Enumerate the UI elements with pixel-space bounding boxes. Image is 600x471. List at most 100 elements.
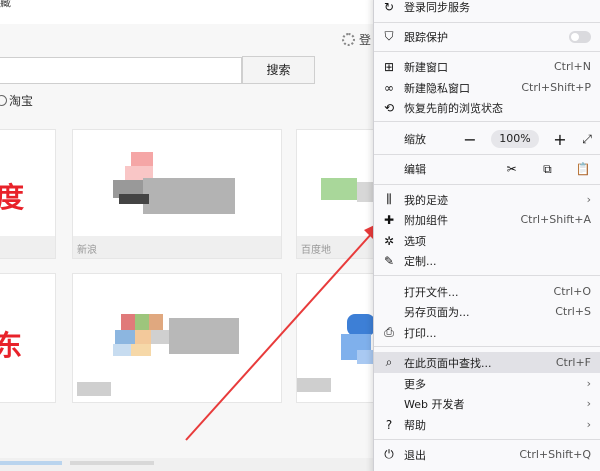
fullscreen-icon[interactable]: ⤢ xyxy=(579,132,595,147)
menu-item-new-window[interactable]: ⊞ 新建窗口 Ctrl+N xyxy=(374,56,600,77)
site-thumbnail xyxy=(113,344,131,356)
zoom-reset-button[interactable]: 100% xyxy=(491,130,539,148)
menu-shortcut: Ctrl+Shift+A xyxy=(520,213,591,226)
menu-item-more[interactable]: 更多 › xyxy=(374,373,600,394)
menu-item-label: 我的足迹 xyxy=(404,193,448,207)
copy-icon[interactable]: ⧉ xyxy=(530,162,566,177)
menu-shortcut: Ctrl+O xyxy=(553,285,591,298)
site-thumbnail xyxy=(135,314,149,330)
zoom-in-button[interactable]: + xyxy=(549,130,571,149)
search-button[interactable]: 搜索 xyxy=(242,56,315,84)
menu-item-new-private-window[interactable]: ∞ 新建隐私窗口 Ctrl+Shift+P xyxy=(374,77,600,98)
bottom-scroll-area xyxy=(0,458,380,471)
chevron-right-icon: › xyxy=(586,397,591,410)
menu-item-options[interactable]: ✲ 选项 xyxy=(374,230,600,251)
menu-item-label: 另存页面为... xyxy=(404,305,470,319)
menu-separator xyxy=(374,346,600,347)
menu-item-help[interactable]: ? 帮助 › xyxy=(374,414,600,435)
printer-icon: ⎙ xyxy=(384,325,394,339)
cut-icon[interactable]: ✂ xyxy=(494,162,530,176)
menu-item-label: 新建窗口 xyxy=(404,60,448,74)
site-tile-jd[interactable]: 东 xyxy=(0,273,56,403)
menu-item-library[interactable]: ⫼ 我的足迹 › xyxy=(374,189,600,210)
tile-baidu-text: 度 xyxy=(0,181,25,214)
shield-icon: ⛉ xyxy=(384,29,394,43)
menu-item-label: 选项 xyxy=(404,234,426,248)
chevron-right-icon: › xyxy=(586,377,591,390)
menu-item-label: 新建隐私窗口 xyxy=(404,81,470,95)
search-option-label: 淘宝 xyxy=(9,94,34,108)
zoom-label: 缩放 xyxy=(404,133,426,146)
top-strip: 藏 xyxy=(0,0,380,24)
menu-shortcut: Ctrl+Shift+Q xyxy=(519,448,591,461)
zoom-out-button[interactable]: − xyxy=(459,130,481,149)
site-thumbnail xyxy=(297,378,331,392)
menu-item-restore-session[interactable]: ⟲ 恢复先前的浏览状态 xyxy=(374,97,600,118)
site-tile-qq[interactable] xyxy=(296,273,380,403)
menu-item-label: 更多 xyxy=(404,377,426,391)
menu-item-web-developer[interactable]: Web 开发者 › xyxy=(374,393,600,414)
menu-item-open-file[interactable]: 打开文件... Ctrl+O xyxy=(374,281,600,302)
help-icon: ? xyxy=(385,417,393,432)
radio-icon[interactable] xyxy=(0,95,7,106)
site-thumbnail xyxy=(135,330,151,344)
site-thumbnail xyxy=(77,382,111,396)
paintbrush-icon: ✎ xyxy=(383,253,395,268)
site-thumbnail xyxy=(143,178,235,214)
login-link[interactable]: 登 xyxy=(342,31,371,48)
tracking-toggle[interactable] xyxy=(569,30,591,43)
site-tile-sina[interactable]: 新浪 xyxy=(72,129,282,259)
menu-item-quit[interactable]: ⏻ 退出 Ctrl+Shift+Q xyxy=(374,444,600,465)
site-thumbnail xyxy=(115,330,135,344)
chevron-right-icon: › xyxy=(586,418,591,431)
site-thumbnail xyxy=(169,318,239,354)
site-tile-taobao[interactable] xyxy=(72,273,282,403)
menu-item-label: 恢复先前的浏览状态 xyxy=(404,101,503,115)
tile-footer: 新浪 xyxy=(73,236,281,258)
menu-item-label: 附加组件 xyxy=(404,213,448,227)
zoom-controls: 缩放 − 100% + ⤢ xyxy=(374,127,600,151)
gear-icon: ✲ xyxy=(383,233,395,248)
sync-icon: ↻ xyxy=(383,0,395,14)
login-text: 登 xyxy=(359,33,372,47)
tile-jd-text: 东 xyxy=(0,329,23,362)
search-option-taobao[interactable]: 淘宝 xyxy=(0,92,33,109)
edit-controls: 编辑 ✂ ⧉ 📋 xyxy=(374,157,600,181)
power-icon: ⏻ xyxy=(384,447,394,461)
menu-separator xyxy=(374,51,600,52)
menu-separator xyxy=(374,121,600,122)
tile-caption: 新浪 xyxy=(77,245,97,256)
menu-separator xyxy=(374,275,600,276)
menu-item-save-page[interactable]: 另存页面为... Ctrl+S xyxy=(374,301,600,322)
site-tile-map[interactable]: 百度地 xyxy=(296,129,381,259)
menu-item-label: 帮助 xyxy=(404,418,426,432)
chevron-right-icon: › xyxy=(586,193,591,206)
menu-item-print[interactable]: ⎙ 打印... xyxy=(374,322,600,343)
menu-item-find-in-page[interactable]: ⌕ 在此页面中查找... Ctrl+F xyxy=(374,352,600,373)
new-window-icon: ⊞ xyxy=(383,59,395,74)
menu-item-customize[interactable]: ✎ 定制... xyxy=(374,250,600,271)
menu-separator xyxy=(374,439,600,440)
loading-icon xyxy=(342,33,355,46)
menu-item-tracking-protection[interactable]: ⛉ 跟踪保护 xyxy=(374,26,600,47)
site-tile-baidu[interactable]: 度 xyxy=(0,129,56,259)
menu-item-sync[interactable]: ↻ 登录同步服务 xyxy=(374,0,600,17)
menu-item-label: 跟踪保护 xyxy=(404,30,448,44)
menu-item-label: Web 开发者 xyxy=(404,397,465,411)
menu-shortcut: Ctrl+F xyxy=(555,356,591,369)
menu-item-label: 登录同步服务 xyxy=(404,0,470,14)
menu-item-label: 定制... xyxy=(404,254,437,268)
tile-footer xyxy=(0,236,55,258)
edit-label: 编辑 xyxy=(404,163,426,176)
search-icon: ⌕ xyxy=(385,355,393,369)
menu-item-addons[interactable]: ✚ 附加组件 Ctrl+Shift+A xyxy=(374,209,600,230)
paste-icon[interactable]: 📋 xyxy=(565,162,600,176)
menu-item-label: 退出 xyxy=(404,448,426,462)
search-input[interactable] xyxy=(0,57,242,84)
menu-separator xyxy=(374,154,600,155)
top-fragment-text: 藏 xyxy=(0,0,11,9)
bottom-segment xyxy=(0,461,62,465)
library-icon: ⫼ xyxy=(386,192,392,206)
menu-separator xyxy=(374,22,600,23)
menu-item-label: 打印... xyxy=(404,326,437,340)
